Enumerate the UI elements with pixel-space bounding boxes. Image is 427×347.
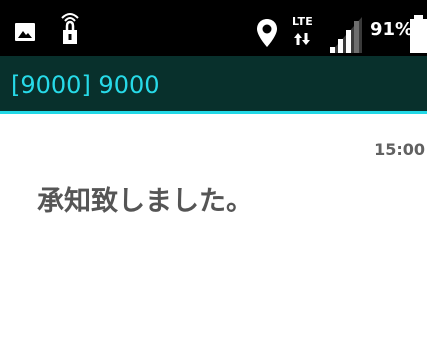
message-timestamp: 15:00 [374,140,425,159]
status-bar: LTE 91% [0,0,427,56]
image-icon [15,23,35,45]
conversation-header: [9000] 9000 [0,56,427,114]
signal-icon [328,15,364,59]
conversation-title[interactable]: [9000] 9000 [11,71,160,99]
message-thread[interactable]: 15:00 承知致しました。 [0,114,427,347]
message-text[interactable]: 承知致しました。 [37,186,253,218]
lte-arrows-icon [293,30,311,49]
lock-icon [59,13,81,51]
network-type-label: LTE [292,15,314,28]
battery-icon [410,15,427,57]
battery-percent-label: 91% [370,19,414,40]
location-icon [256,18,278,52]
